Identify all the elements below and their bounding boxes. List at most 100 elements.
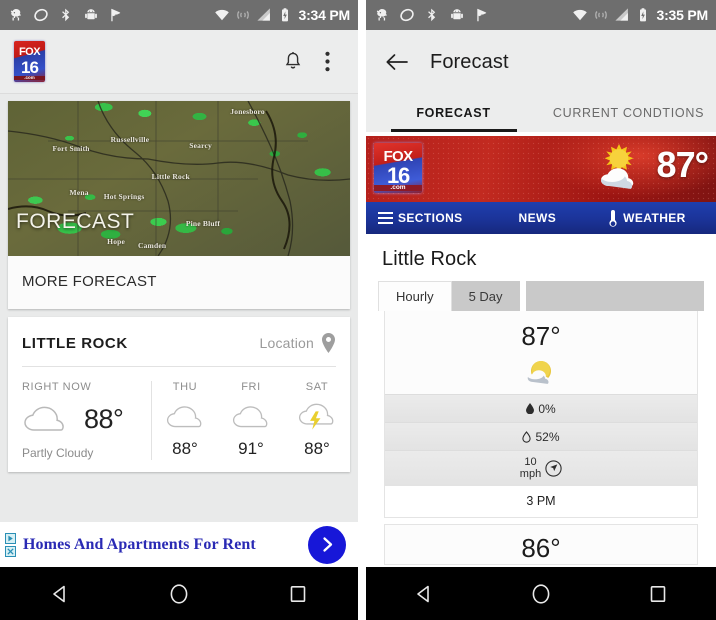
map-forecast-overlay-label: FORECAST xyxy=(16,210,135,233)
flag-check-icon xyxy=(477,8,487,22)
football-icon xyxy=(400,8,414,22)
ad-cta-button[interactable] xyxy=(308,525,346,564)
right-phone-screen: 3:35 PM Forecast FORECAST CURRENT CONDTI… xyxy=(358,0,716,620)
cell-signal-icon xyxy=(615,8,629,21)
back-arrow-icon xyxy=(386,54,408,70)
map-city-label: Pine Bluff xyxy=(185,218,221,228)
back-triangle-icon xyxy=(417,585,430,602)
map-city-label: Searcy xyxy=(189,141,212,151)
right-now-row: 88° xyxy=(22,403,151,435)
more-forecast-link[interactable]: MORE FORECAST xyxy=(8,256,350,309)
sun-behind-cloud-glyph xyxy=(601,144,634,189)
fox16-logo[interactable]: FOX 16 .com xyxy=(14,41,45,82)
back-triangle-icon xyxy=(52,585,65,602)
sun-behind-cloud-glyph xyxy=(527,361,551,384)
location-label[interactable]: Location xyxy=(259,335,314,351)
weather-card-body: RIGHT NOW 88° Partly Cloudy THU 88° FRI … xyxy=(8,367,350,466)
status-bar-notification-icons xyxy=(374,7,572,23)
forecast-day[interactable]: FRI 91° xyxy=(218,381,284,460)
map-city-label: Hope xyxy=(107,237,126,247)
forecast-day-name: FRI xyxy=(241,381,261,393)
fox16-logo-dotcom: .com xyxy=(14,75,45,80)
nav-home-button[interactable] xyxy=(156,571,202,617)
nav-sections-label: SECTIONS xyxy=(398,211,463,225)
ad-headline[interactable]: Homes And Apartments For Rent xyxy=(23,536,308,554)
forecast-day-name: THU xyxy=(172,381,198,393)
hourly-time: 3 PM xyxy=(385,486,697,517)
nav-weather[interactable]: WEATHER xyxy=(608,209,686,227)
forecast-day[interactable]: THU 88° xyxy=(152,381,218,460)
forecast-content: Little Rock Hourly 5 Day 87° 0% 52% 10 m… xyxy=(366,234,716,565)
android-nav-bar-left xyxy=(0,567,358,620)
home-circle-icon xyxy=(170,583,188,604)
map-city-label: Jonesboro xyxy=(230,107,265,117)
battery-icon xyxy=(282,8,289,22)
weather-radar-map[interactable]: Jonesboro Fort Smith Russellville Searcy… xyxy=(8,101,350,256)
hourly-precip-value: 0% xyxy=(538,401,556,416)
notifications-button[interactable] xyxy=(276,45,310,79)
home-circle-icon xyxy=(532,583,550,604)
status-bar-clock: 3:34 PM xyxy=(298,7,350,23)
piggy-bank-icon xyxy=(10,9,21,21)
forecast-tabs-filler xyxy=(525,281,704,311)
forecast-map-card[interactable]: Jonesboro Fort Smith Russellville Searcy… xyxy=(8,101,350,309)
android-nav-bar-right xyxy=(366,567,716,620)
adchoices-icon[interactable] xyxy=(5,532,16,544)
left-phone-screen: 3:34 PM FOX 16 .com Jonesboro Fort Smith… xyxy=(0,0,358,620)
hourly-wind-value: 10 xyxy=(524,455,537,468)
current-weather-card[interactable]: LITTLE ROCK Location RIGHT NOW 88° Partl… xyxy=(8,317,350,472)
cloud-icon xyxy=(218,398,284,436)
overflow-menu-button[interactable] xyxy=(310,45,344,79)
tab-forecast[interactable]: FORECAST xyxy=(366,94,541,132)
forecast-day[interactable]: SAT 88° xyxy=(284,381,350,460)
piggy-bank-icon xyxy=(376,9,387,21)
nav-recents-button[interactable] xyxy=(275,571,321,617)
android-robot-icon xyxy=(451,9,463,20)
android-robot-icon xyxy=(85,9,97,20)
nav-back-button[interactable] xyxy=(401,571,447,617)
hourly-humidity-value: 52% xyxy=(535,429,560,444)
nav-news-label: NEWS xyxy=(518,211,557,225)
thermometer-icon xyxy=(609,209,617,227)
wind-direction-icon xyxy=(545,460,562,477)
nav-news[interactable]: NEWS xyxy=(519,211,557,225)
bluetooth-icon xyxy=(428,8,436,22)
tab-current-conditions[interactable]: CURRENT CONDTIONS xyxy=(541,94,716,132)
nav-back-button[interactable] xyxy=(37,571,83,617)
fox16-logo-number: 16 xyxy=(21,58,39,77)
location-pin-icon[interactable] xyxy=(321,333,336,353)
forecast-city-name: Little Rock xyxy=(382,248,477,270)
tab-5-day[interactable]: 5 Day xyxy=(451,281,520,311)
close-icon[interactable] xyxy=(5,545,16,557)
app-bar-left: FOX 16 .com xyxy=(0,30,358,94)
status-bar-right: 3:35 PM xyxy=(366,0,716,30)
ad-banner[interactable]: Homes And Apartments For Rent xyxy=(0,522,358,567)
nav-home-button[interactable] xyxy=(518,571,564,617)
weather-city-name: LITTLE ROCK xyxy=(22,334,128,352)
tab-hourly[interactable]: Hourly xyxy=(378,281,452,311)
hourly-precip-row: 0% xyxy=(385,394,697,422)
sun-behind-cloud-icon xyxy=(385,354,697,394)
nav-recents-button[interactable] xyxy=(635,571,681,617)
map-city-label: Mena xyxy=(69,187,89,197)
fox16-logo-fox: FOX xyxy=(18,46,41,58)
right-now-label: RIGHT NOW xyxy=(22,381,92,393)
fox16-web-banner[interactable]: FOX 16 .com 87° xyxy=(366,136,716,202)
bluetooth-icon xyxy=(62,8,70,22)
nav-weather-label: WEATHER xyxy=(623,211,686,225)
right-now-condition: Partly Cloudy xyxy=(22,446,94,460)
raindrop-icon xyxy=(526,403,535,414)
wifi-icon xyxy=(215,9,230,21)
left-scroll-area[interactable]: Jonesboro Fort Smith Russellville Searcy… xyxy=(0,94,358,522)
notifications-icon xyxy=(285,51,301,68)
cloud-icon xyxy=(152,398,218,436)
nav-sections[interactable]: SECTIONS xyxy=(378,211,463,225)
nfc-icon xyxy=(237,11,250,19)
cloud-glyph xyxy=(166,406,202,428)
right-scroll-area[interactable]: FOX 16 .com 87° SECTIONS NEWS WEATHER Li… xyxy=(366,136,716,567)
battery-icon xyxy=(640,8,647,22)
fox16-logo[interactable]: FOX 16 .com xyxy=(374,143,422,193)
hourly-entry[interactable]: 86° xyxy=(384,524,698,565)
hourly-entry[interactable]: 87° 0% 52% 10 mph 3 PM xyxy=(384,311,698,518)
back-button[interactable] xyxy=(378,43,416,81)
